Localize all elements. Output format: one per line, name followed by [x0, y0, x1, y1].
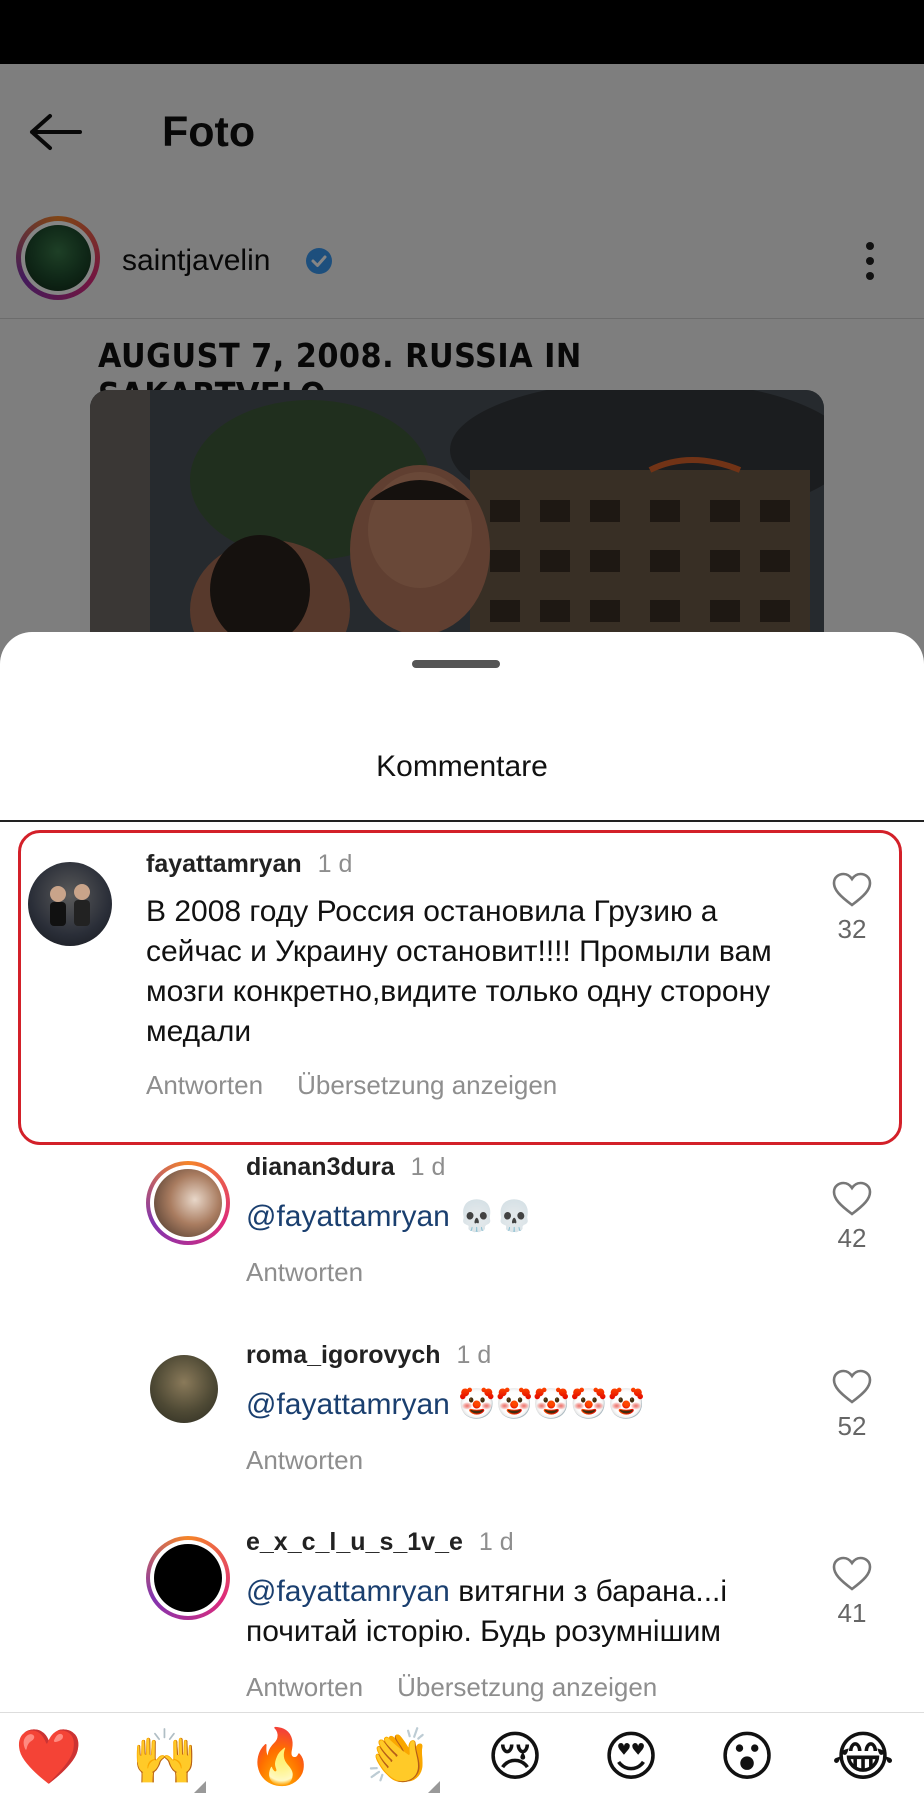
- heart-icon: [832, 1369, 872, 1404]
- comment-body: 💀💀: [449, 1200, 533, 1233]
- username-text[interactable]: e_x_c_l_u_s_1v_e: [246, 1528, 463, 1556]
- clapping-hands-icon: 👏: [365, 1725, 433, 1788]
- fire-emoji-button[interactable]: 🔥: [246, 1727, 316, 1787]
- surprised-emoji-button[interactable]: 😮: [712, 1727, 782, 1787]
- comment-text: @fayattamryan 🤡🤡🤡🤡🤡: [246, 1385, 806, 1425]
- avatar[interactable]: [146, 1536, 230, 1620]
- sheet-title: Kommentare: [376, 750, 548, 783]
- clapping-emoji-button[interactable]: 👏: [364, 1725, 440, 1793]
- comment-text: @fayattamryan витягни з барана...і почита…: [246, 1572, 826, 1652]
- like-count: 42: [837, 1223, 867, 1253]
- like-button[interactable]: 41: [827, 1556, 877, 1629]
- laughing-emoji-button[interactable]: 😂: [828, 1727, 898, 1787]
- comment-body-line2: почитай історію. Будь розумнішим: [246, 1615, 722, 1648]
- raising-hands-icon: 🙌: [131, 1725, 199, 1788]
- heart-icon: [832, 1181, 872, 1216]
- reply-button[interactable]: Antworten: [246, 1445, 363, 1475]
- like-count: 41: [837, 1598, 867, 1628]
- comment-text: @fayattamryan 💀💀: [246, 1197, 806, 1237]
- reply-button[interactable]: Antworten: [246, 1672, 363, 1702]
- comment-item: e_x_c_l_u_s_1v_e 1 d @fayattamryan витягн…: [0, 1520, 924, 1710]
- highlight-annotation: [18, 830, 902, 1145]
- mention-link[interactable]: @fayattamryan: [246, 1575, 450, 1608]
- comment-actions: Antworten Übersetzung anzeigen: [246, 1672, 691, 1703]
- like-button[interactable]: 42: [827, 1181, 877, 1254]
- comment-body: 🤡🤡🤡🤡🤡: [449, 1388, 645, 1421]
- raising-hands-emoji-button[interactable]: 🙌: [130, 1725, 206, 1793]
- username-text[interactable]: dianan3dura: [246, 1153, 395, 1181]
- crying-emoji-button[interactable]: 😢: [480, 1727, 550, 1787]
- comment-actions: Antworten: [246, 1445, 397, 1476]
- emoji-reaction-bar: ❤️ 🙌 🔥 👏 😢 😍 😮 😂: [0, 1712, 924, 1806]
- comment-username[interactable]: dianan3dura 1 d: [246, 1153, 445, 1182]
- comment-username[interactable]: roma_igorovych 1 d: [246, 1341, 491, 1370]
- avatar[interactable]: [146, 1161, 230, 1245]
- divider: [0, 820, 924, 822]
- comment-body-line1: витягни з барана...і: [449, 1575, 728, 1608]
- heart-eyes-emoji-button[interactable]: 😍: [596, 1727, 666, 1787]
- reply-button[interactable]: Antworten: [246, 1257, 363, 1287]
- status-bar: [0, 0, 924, 64]
- comment-username[interactable]: e_x_c_l_u_s_1v_e 1 d: [246, 1528, 514, 1557]
- dim-overlay[interactable]: [0, 64, 924, 664]
- comment-time: 1 d: [456, 1341, 492, 1369]
- heart-emoji-button[interactable]: ❤️: [14, 1727, 84, 1787]
- translate-button[interactable]: Übersetzung anzeigen: [397, 1672, 657, 1702]
- username-text[interactable]: roma_igorovych: [246, 1341, 441, 1369]
- sheet-drag-handle[interactable]: [412, 660, 500, 668]
- avatar[interactable]: [150, 1355, 218, 1423]
- comment-item: roma_igorovych 1 d @fayattamryan 🤡🤡🤡🤡🤡 An…: [0, 1333, 924, 1523]
- mention-link[interactable]: @fayattamryan: [246, 1388, 450, 1421]
- mention-link[interactable]: @fayattamryan: [246, 1200, 450, 1233]
- comment-time: 1 d: [410, 1153, 446, 1181]
- comment-time: 1 d: [478, 1528, 514, 1556]
- like-count: 52: [837, 1411, 867, 1441]
- heart-icon: [832, 1556, 872, 1591]
- like-button[interactable]: 52: [827, 1369, 877, 1442]
- comment-actions: Antworten: [246, 1257, 397, 1288]
- comment-item: dianan3dura 1 d @fayattamryan 💀💀 Antworte…: [0, 1145, 924, 1335]
